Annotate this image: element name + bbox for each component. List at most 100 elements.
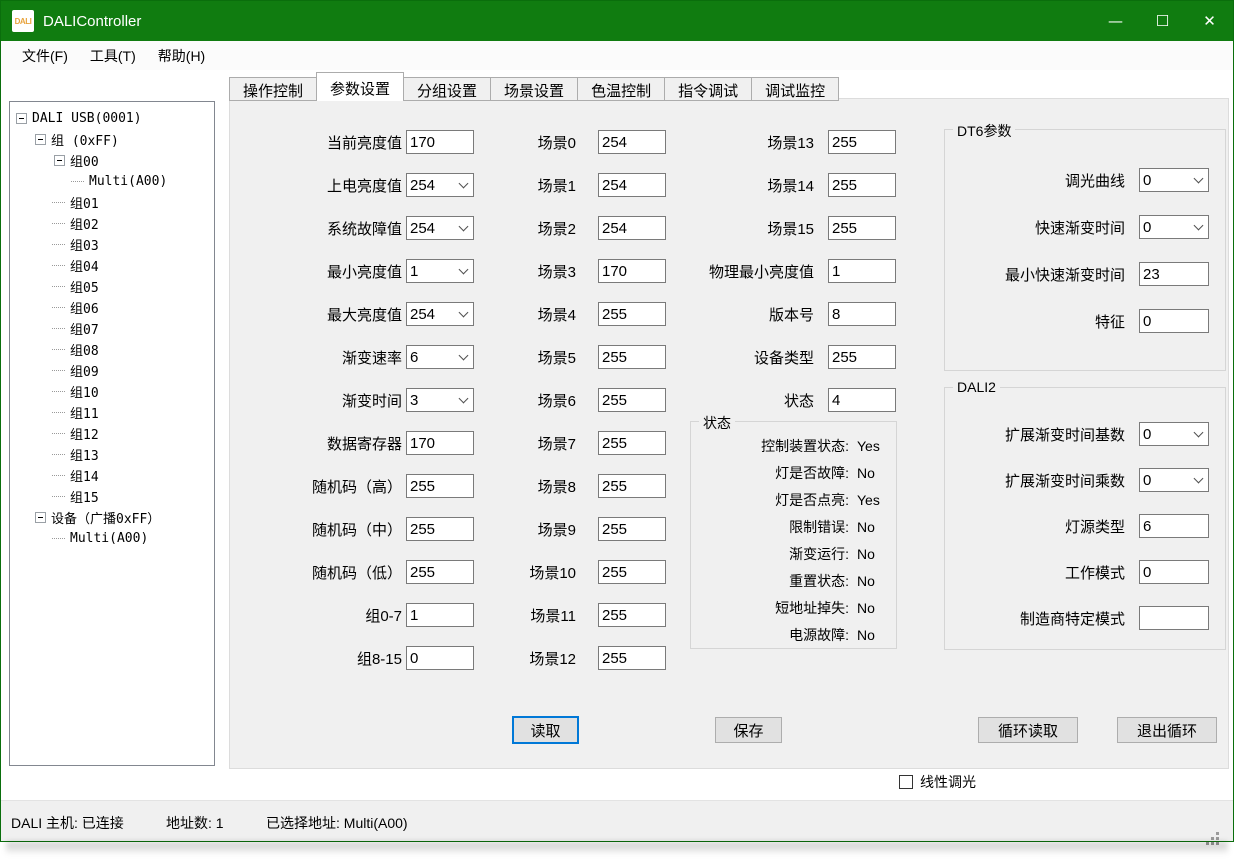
info-field[interactable] [828, 388, 896, 412]
tree-node[interactable]: 组04 [10, 255, 214, 276]
param-field[interactable] [406, 388, 474, 412]
tree-expander-icon[interactable] [54, 470, 65, 481]
minimize-icon[interactable]: — [1092, 1, 1139, 41]
param-field[interactable] [406, 560, 474, 584]
param-input[interactable] [407, 561, 473, 583]
scene-input[interactable] [599, 217, 665, 239]
param-input[interactable] [407, 647, 473, 669]
tree-node[interactable]: 组05 [10, 276, 214, 297]
param-input[interactable] [407, 475, 473, 497]
close-icon[interactable]: ✕ [1186, 1, 1233, 41]
scene-input[interactable] [599, 518, 665, 540]
param-field[interactable] [406, 474, 474, 498]
tree-expander-icon[interactable] [54, 239, 65, 250]
tree-node[interactable]: DALI USB(0001) [10, 108, 214, 129]
scene-input[interactable] [599, 260, 665, 282]
info-input[interactable] [829, 217, 895, 239]
param-field[interactable] [406, 216, 474, 240]
tab-item[interactable]: 操作控制 [229, 77, 317, 101]
scene-input[interactable] [599, 604, 665, 626]
param-field[interactable] [406, 603, 474, 627]
scene-input[interactable] [599, 389, 665, 411]
dali2-input[interactable] [1140, 423, 1208, 445]
info-input[interactable] [829, 174, 895, 196]
info-field[interactable] [828, 259, 896, 283]
tab-item[interactable]: 参数设置 [316, 72, 404, 101]
tree-node[interactable]: 组01 [10, 192, 214, 213]
scene-field[interactable] [598, 560, 666, 584]
tree-node[interactable]: 组02 [10, 213, 214, 234]
tree-node[interactable]: 组09 [10, 360, 214, 381]
dali2-field[interactable] [1139, 560, 1209, 584]
scene-field[interactable] [598, 216, 666, 240]
tree-node[interactable]: 组11 [10, 402, 214, 423]
param-field[interactable] [406, 517, 474, 541]
tree-expander-icon[interactable] [54, 428, 65, 439]
dt6-field[interactable] [1139, 309, 1209, 333]
tab-item[interactable]: 调试监控 [751, 77, 839, 101]
scene-field[interactable] [598, 130, 666, 154]
dali2-input[interactable] [1140, 561, 1208, 583]
save-button[interactable]: 保存 [715, 717, 782, 743]
tree-node[interactable]: 组03 [10, 234, 214, 255]
tree-expander-icon[interactable] [54, 449, 65, 460]
read-button[interactable]: 读取 [512, 716, 579, 744]
tree-expander-icon[interactable] [54, 491, 65, 502]
tree-expander-icon[interactable] [54, 218, 65, 229]
tree-node[interactable]: 组 (0xFF) [10, 129, 214, 150]
dt6-field[interactable] [1139, 168, 1209, 192]
dt6-input[interactable] [1140, 216, 1208, 238]
scene-field[interactable] [598, 603, 666, 627]
dali2-input[interactable] [1140, 515, 1208, 537]
param-field[interactable] [406, 646, 474, 670]
menu-item[interactable]: 帮助(H) [147, 42, 216, 70]
dali2-field[interactable] [1139, 514, 1209, 538]
maximize-icon[interactable]: ☐ [1139, 1, 1186, 41]
dt6-input[interactable] [1140, 263, 1208, 285]
tree-node[interactable]: Multi(A00) [10, 528, 214, 549]
tree-node[interactable]: Multi(A00) [10, 171, 214, 192]
dali2-input[interactable] [1140, 607, 1208, 629]
scene-field[interactable] [598, 388, 666, 412]
info-input[interactable] [829, 260, 895, 282]
info-input[interactable] [829, 389, 895, 411]
tab-item[interactable]: 色温控制 [577, 77, 665, 101]
scene-input[interactable] [599, 174, 665, 196]
param-input[interactable] [407, 518, 473, 540]
param-input[interactable] [407, 174, 473, 196]
scene-field[interactable] [598, 474, 666, 498]
scene-field[interactable] [598, 431, 666, 455]
scene-input[interactable] [599, 346, 665, 368]
tree-expander-icon[interactable] [54, 365, 65, 376]
scene-input[interactable] [599, 561, 665, 583]
tab-item[interactable]: 场景设置 [490, 77, 578, 101]
tree-node[interactable]: 组15 [10, 486, 214, 507]
menu-item[interactable]: 文件(F) [11, 42, 79, 70]
resize-grip[interactable] [1216, 832, 1219, 835]
tree-node[interactable]: 组14 [10, 465, 214, 486]
exit-loop-button[interactable]: 退出循环 [1117, 717, 1217, 743]
tree-node[interactable]: 组10 [10, 381, 214, 402]
scene-input[interactable] [599, 432, 665, 454]
dt6-input[interactable] [1140, 310, 1208, 332]
param-input[interactable] [407, 131, 473, 153]
info-field[interactable] [828, 130, 896, 154]
tree-expander-icon[interactable] [54, 386, 65, 397]
info-input[interactable] [829, 131, 895, 153]
tree-expander-icon[interactable] [73, 176, 84, 187]
tree-expander-icon[interactable] [35, 134, 46, 145]
tree-node[interactable]: 组12 [10, 423, 214, 444]
dt6-field[interactable] [1139, 262, 1209, 286]
dali2-field[interactable] [1139, 422, 1209, 446]
scene-input[interactable] [599, 647, 665, 669]
param-input[interactable] [407, 260, 473, 282]
scene-field[interactable] [598, 646, 666, 670]
scene-field[interactable] [598, 173, 666, 197]
tree-expander-icon[interactable] [54, 407, 65, 418]
scene-input[interactable] [599, 475, 665, 497]
dali2-field[interactable] [1139, 468, 1209, 492]
info-field[interactable] [828, 173, 896, 197]
scene-field[interactable] [598, 345, 666, 369]
tab-item[interactable]: 分组设置 [403, 77, 491, 101]
dali2-field[interactable] [1139, 606, 1209, 630]
